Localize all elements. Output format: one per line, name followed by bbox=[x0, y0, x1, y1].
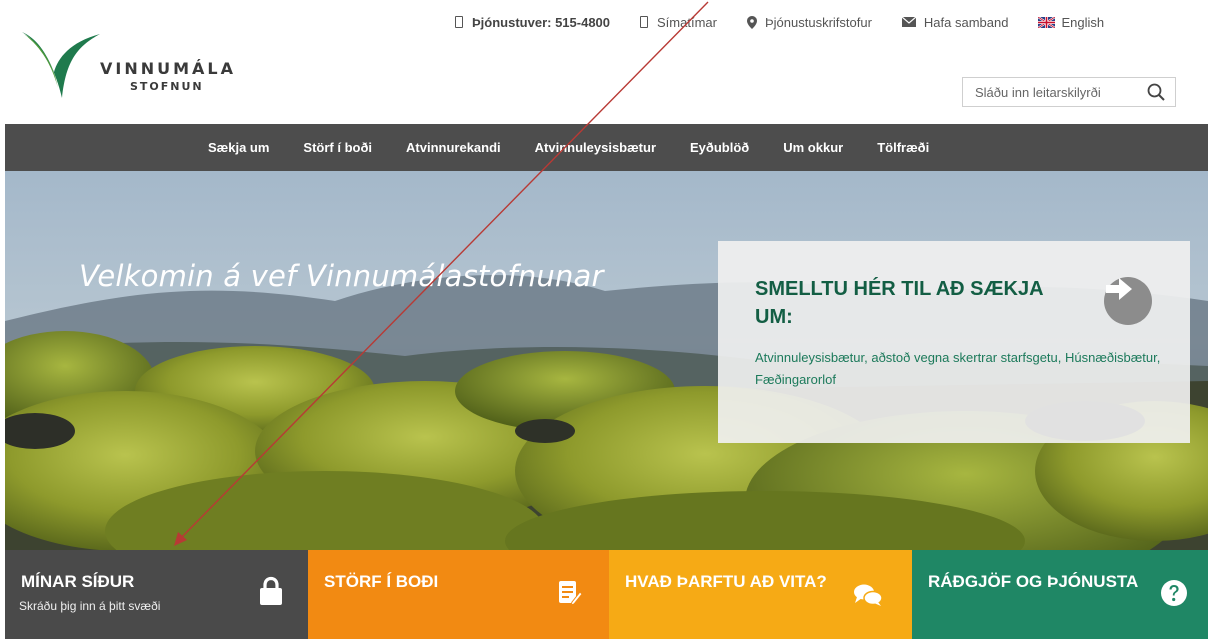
nav-item-apply[interactable]: Sækja um bbox=[208, 140, 269, 155]
toplink-label: Þjónustuver: 515-4800 bbox=[472, 14, 611, 30]
nav-item-forms[interactable]: Eyðublöð bbox=[690, 140, 749, 155]
quick-link-tiles: MÍNAR SÍÐUR Skráðu þig inn á þitt svæði … bbox=[5, 550, 1208, 639]
search-box bbox=[962, 77, 1176, 107]
chat-bubbles-icon bbox=[854, 584, 883, 606]
apply-now-card[interactable]: SMELLTU HÉR TIL AÐ SÆKJA UM: Atvinnuleys… bbox=[718, 241, 1190, 443]
apply-card-title: SMELLTU HÉR TIL AÐ SÆKJA UM: bbox=[755, 278, 1043, 328]
tile-subtitle: Skráðu þig inn á þitt svæði bbox=[19, 599, 161, 613]
toplink-offices[interactable]: Þjónustuskrifstofur bbox=[746, 14, 872, 30]
tile-what-to-know[interactable]: HVAÐ ÞARFTU AÐ VITA? bbox=[609, 550, 912, 639]
nav-item-jobs[interactable]: Störf í boði bbox=[303, 140, 372, 155]
toplink-english[interactable]: English bbox=[1038, 15, 1104, 30]
logo-text-line2: STOFNUN bbox=[130, 80, 204, 93]
hero-title: Velkomin á vef Vinnumálastofnunar bbox=[79, 259, 604, 293]
uk-flag-icon bbox=[1038, 16, 1056, 28]
document-edit-icon bbox=[559, 581, 582, 606]
search-input[interactable] bbox=[963, 84, 1139, 100]
main-nav: Sækja um Störf í boði Atvinnurekandi Atv… bbox=[5, 124, 1208, 171]
arrow-right-circle-icon[interactable] bbox=[1104, 277, 1152, 325]
tile-title: HVAÐ ÞARFTU AÐ VITA? bbox=[625, 572, 827, 591]
site-logo[interactable]: VINNUMÁLA STOFNUN bbox=[22, 28, 282, 100]
logo-text-line1: VINNUMÁLA bbox=[100, 59, 236, 78]
tile-title: STÖRF Í BOÐI bbox=[324, 572, 439, 591]
search-icon bbox=[1147, 83, 1165, 101]
utility-links: Þjónustuver: 515-4800 Símatímar Þjónustu… bbox=[455, 12, 1104, 32]
search-button[interactable] bbox=[1139, 78, 1173, 106]
tile-title: MÍNAR SÍÐUR bbox=[21, 572, 135, 591]
lock-icon bbox=[260, 576, 282, 605]
phone-icon bbox=[640, 16, 649, 28]
toplink-contact[interactable]: Hafa samband bbox=[901, 14, 1009, 30]
tile-counseling-service[interactable]: RÁÐGJÖF OG ÞJÓNUSTA bbox=[912, 550, 1208, 639]
question-circle-icon bbox=[1161, 580, 1187, 606]
toplink-label: English bbox=[1061, 14, 1105, 30]
nav-item-statistics[interactable]: Tölfræði bbox=[877, 140, 929, 155]
toplink-label: Símatímar bbox=[657, 14, 717, 30]
hero-banner: Velkomin á vef Vinnumálastofnunar SMELLT… bbox=[5, 171, 1208, 550]
nav-item-about[interactable]: Um okkur bbox=[783, 140, 843, 155]
tile-jobs-available[interactable]: STÖRF Í BOÐI bbox=[308, 550, 609, 639]
toplink-service-phone[interactable]: Þjónustuver: 515-4800 bbox=[455, 15, 610, 30]
envelope-icon bbox=[901, 17, 916, 27]
phone-icon bbox=[455, 16, 463, 28]
apply-card-description: Atvinnuleysisbætur, aðstoð vegna skertra… bbox=[755, 350, 1161, 387]
toplink-phone-hours[interactable]: Símatímar bbox=[640, 15, 717, 30]
tile-title: RÁÐGJÖF OG ÞJÓNUSTA bbox=[928, 572, 1139, 591]
nav-item-unemployment-benefits[interactable]: Atvinnuleysisbætur bbox=[535, 140, 656, 155]
toplink-label: Þjónustuskrifstofur bbox=[764, 14, 872, 30]
site-header: VINNUMÁLA STOFNUN Þjónustuver: 515-4800 … bbox=[0, 0, 1218, 124]
tile-my-pages[interactable]: MÍNAR SÍÐUR Skráðu þig inn á þitt svæði bbox=[5, 550, 308, 639]
nav-item-employer[interactable]: Atvinnurekandi bbox=[406, 140, 501, 155]
toplink-label: Hafa samband bbox=[923, 14, 1009, 30]
map-pin-icon bbox=[746, 15, 757, 29]
logo-mark-icon bbox=[22, 32, 100, 98]
